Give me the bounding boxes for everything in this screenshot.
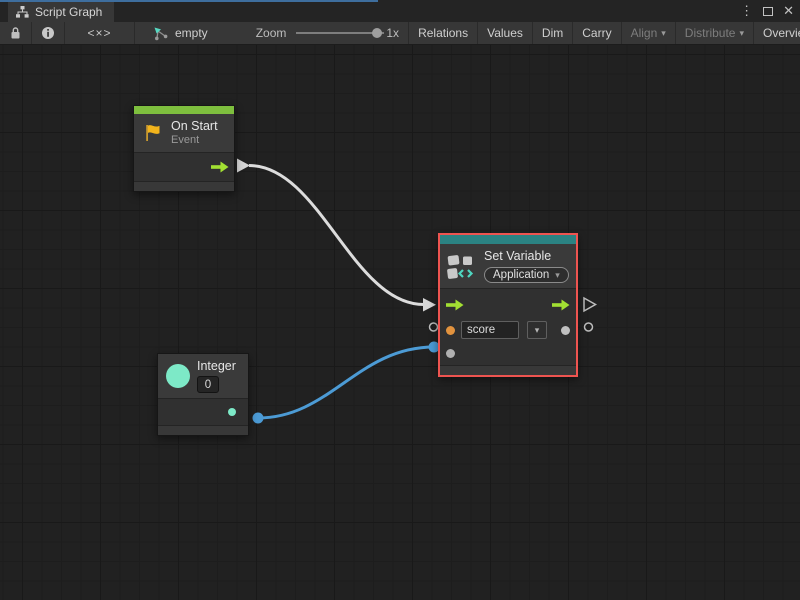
variable-color-strip xyxy=(440,235,576,244)
flow-output-port-arrow[interactable] xyxy=(552,299,570,311)
relations-label: Relations xyxy=(418,26,468,40)
chevron-down-icon: ▾ xyxy=(555,270,560,281)
unconnected-output-port-circle[interactable] xyxy=(585,323,593,331)
unconnected-input-port-circle[interactable] xyxy=(430,323,438,331)
info-icon xyxy=(41,26,55,40)
graph-empty-status: empty xyxy=(175,26,208,40)
node-title: Integer xyxy=(197,359,236,374)
graph-status-zoom-segment: empty Zoom 1x xyxy=(135,22,409,44)
integer-header: Integer 0 xyxy=(158,354,248,398)
close-icon[interactable]: ✕ xyxy=(783,0,794,22)
flow-input-port-arrow[interactable] xyxy=(446,299,464,311)
values-label: Values xyxy=(487,26,523,40)
value-output-port[interactable] xyxy=(561,326,570,335)
scope-value: Application xyxy=(493,269,549,281)
integer-output-port[interactable] xyxy=(228,408,236,416)
flow-ports-row xyxy=(446,293,570,317)
flag-icon xyxy=(142,122,164,144)
align-button[interactable]: Align ▾ xyxy=(622,22,676,44)
overview-button[interactable]: Overview xyxy=(754,22,800,44)
node-title: On Start xyxy=(171,119,218,134)
node-on-start[interactable]: On Start Event xyxy=(133,105,235,192)
variable-scope-dropdown[interactable]: Application ▾ xyxy=(484,267,569,283)
variable-name-input[interactable]: score xyxy=(461,321,519,339)
integer-value-input[interactable]: 0 xyxy=(197,376,219,393)
zoom-slider-thumb[interactable] xyxy=(372,28,382,38)
chevron-down-icon: ▾ xyxy=(739,28,744,39)
script-graph-window: Script Graph ⋮ ✕ <×> xyxy=(0,0,800,600)
event-color-strip xyxy=(134,106,234,114)
dim-label: Dim xyxy=(542,26,563,40)
set-variable-header: Set Variable Application ▾ xyxy=(440,244,576,288)
dim-button[interactable]: Dim xyxy=(533,22,573,44)
graph-pointer-icon xyxy=(153,26,170,41)
node-integer[interactable]: Integer 0 xyxy=(157,353,249,436)
graph-canvas[interactable]: On Start Event Integer 0 xyxy=(0,45,800,600)
variable-name-row: score ▾ xyxy=(446,317,570,343)
value-input-port[interactable] xyxy=(446,349,455,358)
distribute-label: Distribute xyxy=(685,26,736,40)
carry-button[interactable]: Carry xyxy=(573,22,621,44)
integer-type-icon xyxy=(166,364,190,388)
zoom-slider[interactable] xyxy=(296,32,384,34)
connection-layer xyxy=(0,45,800,600)
tab-title: Script Graph xyxy=(35,5,102,19)
set-variable-ports: score ▾ xyxy=(440,288,576,365)
chevron-down-icon: ▾ xyxy=(535,325,540,336)
node-set-variable[interactable]: Set Variable Application ▾ xyxy=(438,233,578,377)
name-input-port[interactable] xyxy=(446,326,455,335)
unconnected-output-port-triangle[interactable] xyxy=(584,298,596,311)
lock-icon xyxy=(9,26,22,40)
code-view-button[interactable]: <×> xyxy=(65,22,135,44)
integer-footer xyxy=(158,425,248,435)
values-button[interactable]: Values xyxy=(478,22,533,44)
maximize-icon[interactable] xyxy=(763,7,773,16)
variable-name-dropdown-button[interactable]: ▾ xyxy=(527,321,547,339)
align-label: Align xyxy=(631,26,658,40)
node-subtitle: Event xyxy=(171,134,218,147)
value-input-row xyxy=(446,343,570,363)
title-bar: Script Graph ⋮ ✕ xyxy=(0,0,800,22)
integer-ports-row xyxy=(158,398,248,425)
relations-button[interactable]: Relations xyxy=(409,22,478,44)
on-start-ports-row xyxy=(134,152,234,181)
wire-integer-to-setvariable[interactable] xyxy=(258,347,434,418)
distribute-button[interactable]: Distribute ▾ xyxy=(676,22,754,44)
wire-source-cap-triangle xyxy=(237,159,250,173)
overview-label: Overview xyxy=(763,26,800,40)
code-view-icon: <×> xyxy=(87,26,111,40)
lock-button[interactable] xyxy=(0,22,32,44)
carry-label: Carry xyxy=(582,26,611,40)
window-controls: ⋮ ✕ xyxy=(740,0,794,22)
flow-output-port-arrow[interactable] xyxy=(211,161,229,173)
tab-script-graph[interactable]: Script Graph xyxy=(8,2,114,22)
set-variable-icon xyxy=(447,253,477,280)
graph-toolbar: <×> empty Zoom 1x Relations Values Dim C… xyxy=(0,22,800,45)
wire-dest-cap-triangle xyxy=(423,298,436,312)
wire-onstart-to-setvariable[interactable] xyxy=(249,166,424,305)
on-start-header: On Start Event xyxy=(134,114,234,152)
node-title: Set Variable xyxy=(484,249,569,264)
set-variable-footer xyxy=(440,365,576,375)
info-button[interactable] xyxy=(32,22,65,44)
chevron-down-icon: ▾ xyxy=(661,28,666,39)
on-start-footer xyxy=(134,181,234,191)
zoom-value: 1x xyxy=(386,26,399,40)
window-menu-icon[interactable]: ⋮ xyxy=(740,0,753,22)
wire-source-cap-dot xyxy=(253,413,264,424)
zoom-label: Zoom xyxy=(256,26,287,40)
graph-hierarchy-icon xyxy=(16,6,29,18)
